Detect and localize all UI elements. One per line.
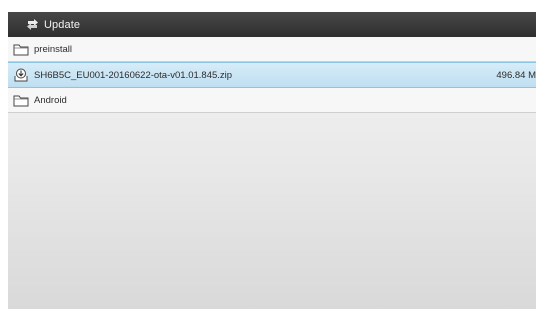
title-bar: Update [8, 12, 536, 37]
app-title: Update [44, 18, 81, 31]
file-name: SH6B5C_EU001-20160622-ota-v01.01.845.zip [34, 69, 233, 81]
download-package-icon [13, 68, 29, 82]
file-row-preinstall[interactable]: preinstall [8, 37, 536, 62]
file-size: 496.84 M [496, 69, 536, 81]
folder-icon [13, 42, 29, 56]
file-list: preinstall SH6B5C_EU001-20160622-ota-v01… [8, 37, 536, 113]
file-row-android[interactable]: Android [8, 88, 536, 113]
folder-icon [13, 93, 29, 107]
file-name: Android [34, 94, 67, 106]
file-row-ota-zip[interactable]: SH6B5C_EU001-20160622-ota-v01.01.845.zip… [8, 62, 536, 88]
update-screen: Update preinstall SH6B5C_EU001-20160622-… [8, 12, 536, 309]
file-name: preinstall [34, 43, 73, 55]
refresh-arrows-icon[interactable] [25, 17, 40, 32]
